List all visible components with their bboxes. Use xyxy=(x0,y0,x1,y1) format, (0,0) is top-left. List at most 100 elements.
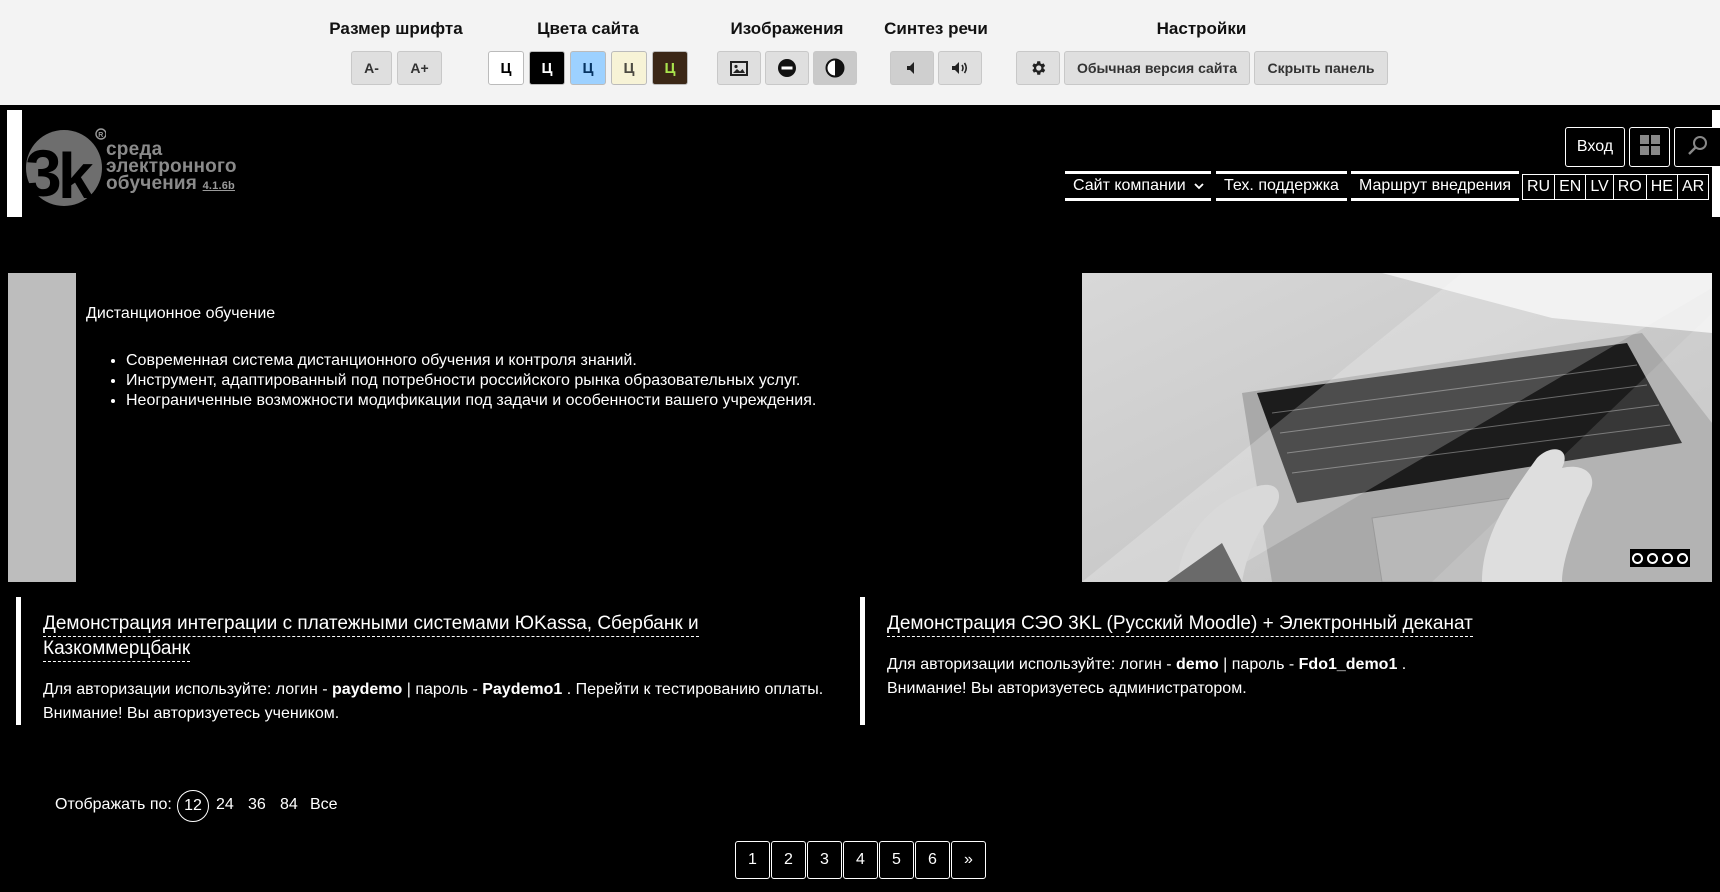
image-icon xyxy=(730,60,748,76)
demo-card-payments: Демонстрация интеграции с платежными сис… xyxy=(16,597,861,725)
slider-dot-2[interactable] xyxy=(1647,553,1658,564)
gear-icon xyxy=(1029,59,1047,77)
login-button[interactable]: Вход xyxy=(1565,127,1625,167)
color-scheme-blue-button[interactable]: Ц xyxy=(570,51,606,85)
page-link-1[interactable]: 1 xyxy=(735,841,770,879)
images-off-icon xyxy=(777,58,797,78)
accessibility-panel: Размер шрифта А- А+ Цвета сайта Ц Ц Ц Ц … xyxy=(0,0,1720,105)
svg-text:3: 3 xyxy=(25,136,62,210)
3kl-logo-icon: 3 k R xyxy=(25,128,106,210)
search-button[interactable] xyxy=(1674,127,1720,167)
normal-version-button[interactable]: Обычная версия сайта xyxy=(1064,51,1250,85)
list-item: Современная система дистанционного обуче… xyxy=(126,351,816,371)
lang-ru[interactable]: RU xyxy=(1523,175,1556,199)
demo-password: Fdo1_demo1 xyxy=(1298,656,1398,673)
lang-lv[interactable]: LV xyxy=(1586,175,1614,199)
settings-title: Настройки xyxy=(1156,19,1247,38)
color-scheme-black-button[interactable]: Ц xyxy=(529,51,565,85)
demo-card-title-line2: Казкоммерцбанк xyxy=(43,638,191,659)
images-grayscale-button[interactable] xyxy=(813,51,857,85)
per-page-option-all[interactable]: Все xyxy=(310,796,338,814)
list-item: Неограниченные возможности модификации п… xyxy=(126,391,816,411)
dashboard-button[interactable] xyxy=(1629,127,1670,167)
font-size-title: Размер шрифта xyxy=(329,19,463,38)
page-next-button[interactable]: » xyxy=(951,841,986,879)
page-link-6[interactable]: 6 xyxy=(915,841,950,879)
images-group: Изображения xyxy=(712,0,862,105)
demo-login: demo xyxy=(1176,656,1219,673)
demo-card-title-cont[interactable]: Казкоммерцбанк xyxy=(43,636,191,662)
site-logo[interactable]: 3 k R среда электронного обучения 4.1.6b xyxy=(22,124,242,210)
demo-card-credentials: Для авторизации используйте: логин - pay… xyxy=(43,678,823,702)
images-on-button[interactable] xyxy=(717,51,761,85)
color-scheme-white-button[interactable]: Ц xyxy=(488,51,524,85)
slide-accent-bar xyxy=(8,273,76,582)
credentials-prefix: Для авторизации используйте: логин - xyxy=(43,681,333,698)
svg-text:k: k xyxy=(58,140,94,210)
slider-dots xyxy=(1630,549,1690,567)
logo-version: 4.1.6b xyxy=(202,180,235,192)
demo-password: Paydemo1 xyxy=(482,681,563,698)
color-scheme-beige-button[interactable]: Ц xyxy=(611,51,647,85)
slide-title: Дистанционное обучение xyxy=(86,305,276,322)
demo-card-note: Внимание! Вы авторизуетесь учеником. xyxy=(43,705,340,722)
demo-card-credentials: Для авторизации используйте: логин - dem… xyxy=(887,653,1406,677)
demo-card-note: Внимание! Вы авторизуетесь администратор… xyxy=(887,680,1247,697)
demo-card-moodle: Демонстрация СЭО 3KL (Русский Moodle) + … xyxy=(860,597,1717,725)
logo-text-line3: обучения xyxy=(106,173,198,194)
font-decrease-button[interactable]: А- xyxy=(351,51,392,85)
lang-en[interactable]: EN xyxy=(1555,175,1587,199)
page-link-5[interactable]: 5 xyxy=(879,841,914,879)
demo-card-title[interactable]: Демонстрация интеграции с платежными сис… xyxy=(43,611,699,637)
per-page-option-24[interactable]: 24 xyxy=(216,796,234,814)
site-colors-group: Цвета сайта Ц Ц Ц Ц Ц xyxy=(488,0,688,105)
slide-image-laptop xyxy=(1082,273,1712,582)
speaker-off-icon xyxy=(904,60,920,76)
images-title: Изображения xyxy=(730,19,844,38)
language-switcher: RU EN LV RO HE AR xyxy=(1522,174,1710,200)
credentials-suffix: . xyxy=(1397,656,1407,673)
settings-group: Настройки Обычная версия сайта Скрыть па… xyxy=(1015,0,1390,105)
nav-item-company-site[interactable]: Сайт компании xyxy=(1065,171,1211,201)
lang-ar[interactable]: AR xyxy=(1678,175,1708,199)
speaker-on-icon xyxy=(950,60,970,76)
page-link-3[interactable]: 3 xyxy=(807,841,842,879)
credentials-mid: | пароль - xyxy=(1218,656,1299,673)
speech-title: Синтез речи xyxy=(884,19,988,38)
grayscale-icon xyxy=(825,58,845,78)
nav-item-tech-support[interactable]: Тех. поддержка xyxy=(1216,171,1347,201)
speech-on-button[interactable] xyxy=(938,51,982,85)
nav-item-implementation-route[interactable]: Маршрут внедрения xyxy=(1351,171,1519,201)
credentials-prefix: Для авторизации используйте: логин - xyxy=(887,656,1177,673)
list-item: Инструмент, адаптированный под потребнос… xyxy=(126,371,816,391)
per-page-label: Отображать по: xyxy=(55,796,172,813)
credentials-suffix: . Перейти к тестированию оплаты. xyxy=(562,681,824,698)
svg-text:R: R xyxy=(98,132,103,139)
per-page-option-84[interactable]: 84 xyxy=(280,796,298,814)
demo-card-title-line1: Демонстрация интеграции с платежными сис… xyxy=(43,613,699,634)
nav-item-label: Сайт компании xyxy=(1073,177,1186,194)
grid-icon xyxy=(1639,134,1661,161)
speech-group: Синтез речи xyxy=(884,0,988,105)
lang-ro[interactable]: RO xyxy=(1614,175,1647,199)
per-page-option-36[interactable]: 36 xyxy=(248,796,266,814)
font-size-group: Размер шрифта А- А+ xyxy=(322,0,470,105)
speech-off-button[interactable] xyxy=(890,51,934,85)
demo-login: paydemo xyxy=(332,681,403,698)
header-left-edge xyxy=(7,110,22,217)
credentials-mid: | пароль - xyxy=(402,681,483,698)
page-link-4[interactable]: 4 xyxy=(843,841,878,879)
images-off-button[interactable] xyxy=(765,51,809,85)
settings-button[interactable] xyxy=(1016,51,1060,85)
per-page-option-12[interactable]: 12 xyxy=(177,790,209,822)
slider-dot-1[interactable] xyxy=(1632,553,1643,564)
hide-panel-button[interactable]: Скрыть панель xyxy=(1254,51,1388,85)
font-increase-button[interactable]: А+ xyxy=(397,51,442,85)
slide-feature-list: Современная система дистанционного обуче… xyxy=(102,351,816,411)
demo-card-title[interactable]: Демонстрация СЭО 3KL (Русский Moodle) + … xyxy=(887,611,1473,637)
lang-he[interactable]: HE xyxy=(1647,175,1678,199)
slider-dot-4[interactable] xyxy=(1677,553,1688,564)
page-link-2[interactable]: 2 xyxy=(771,841,806,879)
color-scheme-brown-button[interactable]: Ц xyxy=(652,51,688,85)
slider-dot-3[interactable] xyxy=(1662,553,1673,564)
